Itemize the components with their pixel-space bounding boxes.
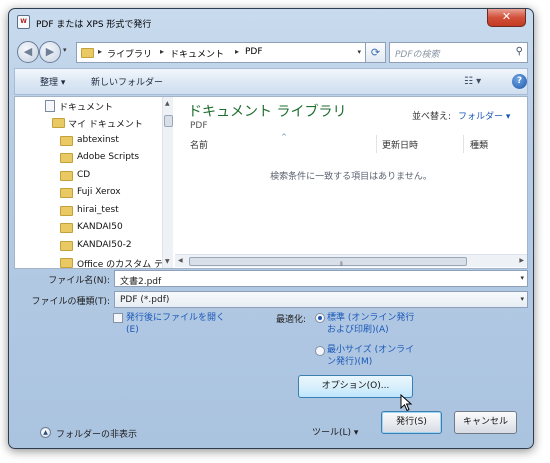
mouse-cursor-icon [400, 394, 413, 412]
folder-icon [60, 258, 73, 268]
publish-button[interactable]: 発行(S) [381, 411, 442, 434]
publish-dialog: W PDF または XPS 形式で発行 ✕ ◀ ▶ ▾ ▸ ライブラリ ▸ ドキ… [8, 8, 534, 449]
scroll-left-icon[interactable]: ◀ [178, 257, 183, 264]
option-line: および印刷)(A) [327, 325, 389, 335]
open-after-publish-label[interactable]: 発行後にファイルを開く (E) [126, 312, 225, 336]
cancel-button[interactable]: キャンセル [454, 411, 517, 434]
folder-icon [60, 136, 73, 146]
breadcrumb-documents[interactable]: ドキュメント [170, 47, 224, 60]
hide-folders-button[interactable]: フォルダーの非表示 [56, 427, 137, 440]
folder-icon [60, 171, 73, 181]
navigation-bar: ◀ ▶ ▾ ▸ ライブラリ ▸ ドキュメント ▸ PDF ▾ ⟳ PDFの検索 … [14, 40, 528, 66]
sort-ascending-icon: ^ [281, 133, 287, 141]
organize-button[interactable]: 整理 ▾ [40, 75, 65, 88]
filetype-label: ファイルの種類(T): [31, 297, 110, 307]
option-line: ン発行)(M) [327, 357, 373, 367]
file-list-pane: ドキュメント ライブラリ PDF 並べ替え: フォルダー ▾ ^ 名前 更新日時… [175, 97, 527, 268]
help-icon[interactable]: ? [512, 74, 527, 89]
breadcrumb-separator[interactable]: ▸ [160, 47, 164, 56]
library-subtitle: PDF [190, 121, 208, 131]
folder-icon [60, 153, 73, 163]
folder-icon [52, 118, 65, 128]
breadcrumb-separator[interactable]: ▸ [235, 47, 239, 56]
navigation-pane: ドキュメント マイ ドキュメント abtexinst Adobe Scripts… [15, 97, 173, 268]
scrollbar-grip-icon: ⦀ [340, 261, 343, 268]
scroll-right-icon[interactable]: ▶ [519, 257, 524, 264]
tree-item-label: Fuji Xerox [77, 187, 121, 197]
tree-item-label: Adobe Scripts [77, 152, 140, 162]
tools-button[interactable]: ツール(L) ▾ [312, 425, 358, 438]
hide-folders-icon[interactable]: ▲ [40, 427, 51, 438]
filetype-select[interactable]: PDF (*.pdf) ▾ [114, 291, 528, 308]
tree-item-label: KANDAI50 [77, 222, 123, 232]
address-dropdown-icon[interactable]: ▾ [357, 48, 361, 56]
options-button[interactable]: オプション(O)... [298, 375, 413, 398]
tree-item-label: マイ ドキュメント [68, 120, 143, 130]
documents-icon [45, 100, 55, 112]
tree-item-label: hirai_test [77, 205, 119, 215]
chevron-down-icon[interactable]: ▾ [520, 274, 524, 282]
new-folder-button[interactable]: 新しいフォルダー [91, 75, 163, 88]
title-bar: W PDF または XPS 形式で発行 ✕ [9, 9, 533, 37]
option-line: (E) [126, 325, 139, 335]
optimize-minimum-label[interactable]: 最小サイズ (オンライ ン発行)(M) [327, 344, 414, 368]
optimize-standard-radio[interactable] [315, 313, 325, 323]
folder-icon [60, 223, 73, 233]
close-button[interactable]: ✕ [487, 9, 526, 27]
horizontal-scrollbar[interactable]: ◀ ⦀ ▶ [175, 254, 527, 268]
filename-field[interactable]: 文書2.pdf ▾ [114, 270, 528, 287]
tree-item-label: Office のカスタム テ [77, 260, 163, 268]
filename-value[interactable]: 文書2.pdf [120, 274, 161, 287]
forward-button[interactable]: ▶ [39, 41, 61, 63]
folder-icon [60, 241, 73, 251]
folder-icon [60, 188, 73, 198]
breadcrumb-libraries[interactable]: ライブラリ [107, 47, 152, 60]
tree-item-label: abtexinst [77, 135, 119, 145]
command-toolbar: 整理 ▾ 新しいフォルダー ☷ ▾ ? [14, 68, 528, 95]
scrollbar-thumb[interactable]: ⦀ [189, 257, 467, 268]
scroll-up-icon[interactable]: ▲ [165, 100, 170, 107]
option-line: 最小サイズ (オンライ [327, 345, 415, 355]
scrollbar-thumb[interactable] [164, 115, 173, 127]
option-line: 標準 (オンライン発行 [327, 313, 415, 323]
filetype-value[interactable]: PDF (*.pdf) [120, 295, 169, 305]
address-bar[interactable]: ▸ ライブラリ ▸ ドキュメント ▸ PDF ▾ [76, 42, 366, 63]
column-header-type[interactable]: 種類 [470, 138, 488, 151]
arrange-by-label: 並べ替え: [412, 112, 452, 122]
search-input[interactable]: PDFの検索 [395, 47, 440, 60]
option-line: 発行後にファイルを開く [126, 313, 226, 323]
column-header-name[interactable]: 名前 [190, 138, 208, 151]
optimize-label: 最適化: [276, 315, 307, 325]
search-icon[interactable]: ⚲ [516, 46, 523, 57]
search-box[interactable]: PDFの検索 ⚲ [389, 42, 528, 63]
empty-list-message: 検索条件に一致する項目はありません。 [270, 172, 432, 182]
column-divider[interactable] [376, 135, 377, 153]
open-after-publish-checkbox[interactable] [113, 313, 123, 323]
column-header-date[interactable]: 更新日時 [382, 138, 418, 151]
browser-area: ドキュメント マイ ドキュメント abtexinst Adobe Scripts… [14, 96, 528, 269]
optimize-standard-label[interactable]: 標準 (オンライン発行 および印刷)(A) [327, 312, 414, 336]
folder-icon [81, 48, 94, 58]
arrange-by-dropdown[interactable]: フォルダー ▾ [458, 109, 510, 122]
folder-icon [60, 206, 73, 216]
tree-item-label: CD [77, 170, 91, 180]
navigation-scrollbar[interactable]: ▲ ▼ [162, 97, 173, 268]
views-icon[interactable]: ☷ ▾ [464, 76, 481, 87]
refresh-button[interactable]: ⟳ [366, 42, 386, 63]
recent-locations-dropdown-icon[interactable]: ▾ [63, 46, 67, 54]
chevron-down-icon[interactable]: ▾ [520, 295, 524, 303]
column-divider[interactable] [463, 135, 464, 153]
filename-label: ファイル名(N): [48, 276, 110, 286]
word-app-icon: W [17, 15, 30, 29]
tree-item-label: KANDAI50-2 [77, 240, 132, 250]
scroll-down-icon[interactable]: ▼ [165, 258, 170, 265]
breadcrumb-pdf[interactable]: PDF [245, 47, 263, 57]
library-title: ドキュメント ライブラリ [188, 104, 347, 120]
back-button[interactable]: ◀ [17, 41, 39, 63]
window-title: PDF または XPS 形式で発行 [36, 20, 152, 30]
optimize-minimum-radio[interactable] [315, 346, 325, 356]
breadcrumb-separator[interactable]: ▸ [98, 47, 102, 56]
tree-item-label: ドキュメント [59, 103, 114, 113]
